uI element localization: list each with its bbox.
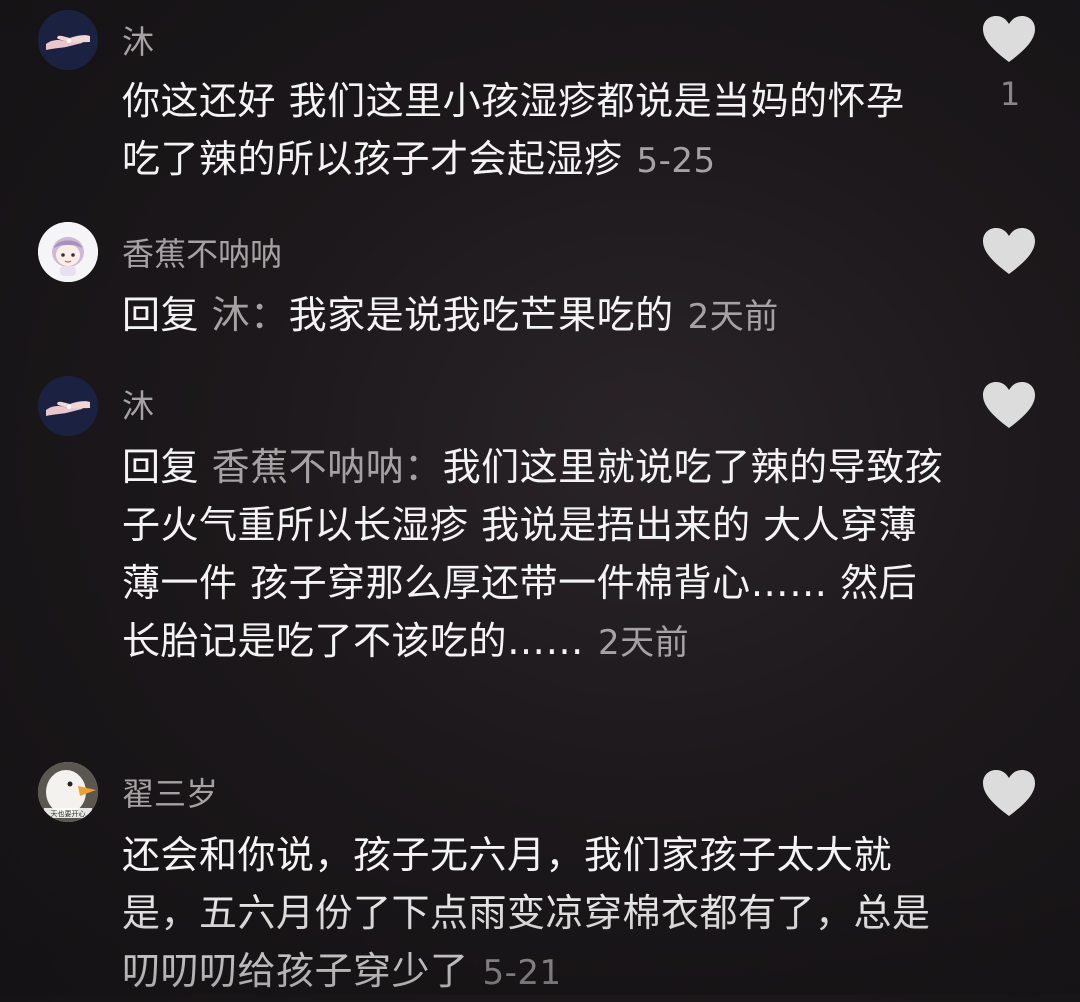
comment-body: 你这还好 我们这里小孩湿疹都说是当妈的怀孕吃了辣的所以孩子才会起湿疹 [122,79,905,181]
username[interactable]: 沐 [122,386,154,426]
hands-avatar-icon [38,376,98,436]
heart-icon[interactable] [981,226,1037,276]
avatar-caption: 天也要开心 [50,810,86,818]
avatar[interactable] [38,376,98,436]
username[interactable]: 沐 [122,22,154,62]
username[interactable]: 香蕉不呐呐 [122,234,282,274]
comment-text: 回复 沐：我家是说我吃芒果吃的 2天前 [122,286,952,346]
reply-target[interactable]: 沐： [212,293,289,337]
comment-time: 2天前 [687,297,779,337]
hands-avatar-icon [38,10,98,70]
avatar[interactable]: 天也要开心 [38,762,98,822]
comment-time: 2天前 [598,623,690,663]
comment-time: 5-21 [482,953,562,993]
like-count: 1 [999,75,1021,113]
avatar[interactable] [38,10,98,70]
comment-text: 还会和你说，孩子无六月，我们家孩子太大就是，五六月份了下点雨变凉穿棉衣都有了，总… [122,826,937,1002]
cartoon-girl-avatar-icon [38,222,98,282]
avatar[interactable] [38,222,98,282]
comment-body: 我家是说我吃芒果吃的 [288,293,674,337]
heart-icon[interactable] [981,380,1037,430]
comment-text: 回复 香蕉不呐呐：我们这里就说吃了辣的导致孩子火气重所以长湿疹 我说是捂出来的 … [122,438,947,672]
reply-prefix: 回复 [122,445,200,489]
reply-prefix: 回复 [122,293,200,337]
heart-icon[interactable] [981,14,1037,64]
username[interactable]: 翟三岁 [122,774,218,814]
reply-target[interactable]: 香蕉不呐呐： [212,445,443,489]
comment-time: 5-25 [636,141,716,181]
heart-icon[interactable] [981,768,1037,818]
comment-text: 你这还好 我们这里小孩湿疹都说是当妈的怀孕吃了辣的所以孩子才会起湿疹 5-25 [122,72,942,190]
